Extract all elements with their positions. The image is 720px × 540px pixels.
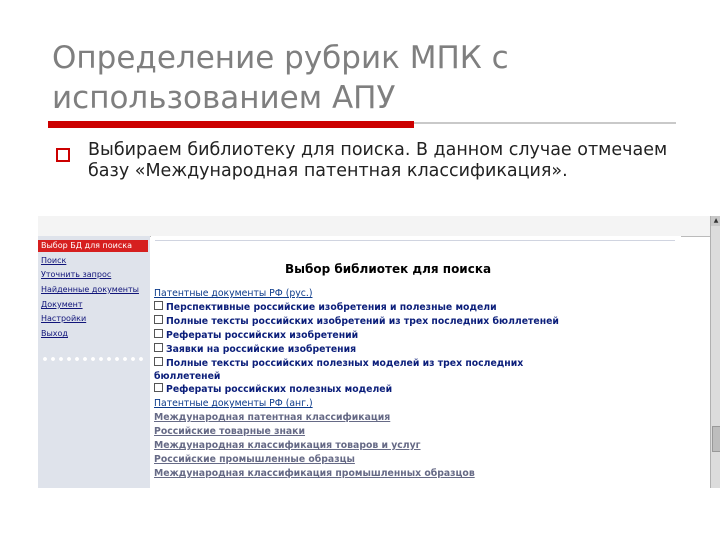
scroll-up-icon[interactable]: ▲ — [711, 216, 720, 226]
library-item[interactable]: Рефераты российских полезных моделей — [154, 383, 392, 396]
checkbox[interactable] — [154, 383, 163, 392]
library-item[interactable]: Перспективные российские изобретения и п… — [154, 301, 497, 314]
bullet-text: Выбираем библиотеку для поиска. В данном… — [88, 140, 668, 181]
checkbox[interactable] — [154, 329, 163, 338]
menu-item-refine[interactable]: Уточнить запрос — [41, 270, 111, 279]
library-item[interactable]: Заявки на российские изобретения — [154, 343, 356, 356]
checkbox[interactable] — [154, 357, 163, 366]
title-accent-bar — [48, 121, 414, 128]
panel-top-line — [155, 240, 675, 241]
library-group-rf-eng[interactable]: Патентные документы РФ (анг.) — [154, 397, 313, 410]
menu-item-settings[interactable]: Настройки — [41, 314, 86, 323]
library-link-ipc[interactable]: Международная патентная классификация — [154, 411, 390, 424]
library-item[interactable]: Рефераты российских изобретений — [154, 329, 358, 342]
checkbox[interactable] — [154, 301, 163, 310]
menu-item-exit[interactable]: Выход — [41, 329, 68, 338]
side-menu: Выбор БД для поиска Поиск Уточнить запро… — [38, 236, 150, 488]
library-item[interactable]: Полные тексты российских полезных моделе… — [154, 357, 523, 370]
library-title: Выбор библиотек для поиска — [285, 262, 492, 276]
embedded-screenshot: Выбор БД для поиска Поиск Уточнить запро… — [38, 216, 720, 488]
browser-top-band — [38, 216, 720, 236]
library-link-trademarks[interactable]: Российские товарные знаки — [154, 425, 305, 438]
library-group-rf-rus[interactable]: Патентные документы РФ (рус.) — [154, 287, 312, 300]
library-item[interactable]: Полные тексты российских изобретений из … — [154, 315, 559, 328]
checkbox[interactable] — [154, 343, 163, 352]
checkbox[interactable] — [154, 315, 163, 324]
menu-item-found-docs[interactable]: Найденные документы — [41, 285, 139, 294]
menu-dots-divider — [41, 356, 147, 362]
scroll-thumb[interactable] — [712, 426, 720, 452]
menu-item-document[interactable]: Документ — [41, 300, 83, 309]
library-link-industrial-designs[interactable]: Российские промышленные образцы — [154, 453, 355, 466]
library-link-goods-classification[interactable]: Международная классификация товаров и ус… — [154, 439, 421, 452]
square-bullet-icon — [56, 148, 70, 162]
scrollbar[interactable]: ▲ — [710, 216, 720, 488]
slide-title: Определение рубрик МПК с использованием … — [52, 40, 509, 116]
menu-item-select-db[interactable]: Выбор БД для поиска — [38, 240, 148, 252]
library-item-continuation: бюллетеней — [154, 371, 221, 382]
menu-item-search[interactable]: Поиск — [41, 256, 66, 265]
library-link-design-classification[interactable]: Международная классификация промышленных… — [154, 467, 475, 480]
library-panel: Выбор библиотек для поиска Патентные док… — [151, 236, 681, 488]
